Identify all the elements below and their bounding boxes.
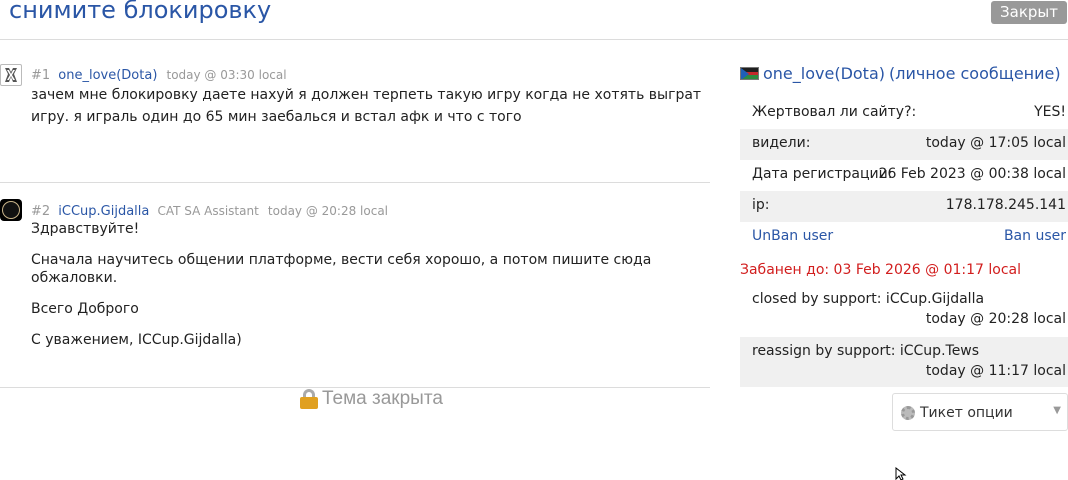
dota-logo-icon (5, 68, 17, 82)
post-author-role: CAT SA Assistant (157, 204, 259, 218)
gear-icon (901, 406, 915, 420)
registration-label: Дата регистрации: (752, 166, 893, 182)
avatar[interactable] (0, 64, 22, 86)
post-meta: #1 one_love(Dota) today @ 03:30 local (31, 64, 287, 83)
donated-label: Жертвовал ли сайту?: (752, 104, 917, 120)
post-paragraph: Сначала научитесь общении платформе, вес… (31, 252, 652, 286)
page-header: снимите блокировку Закрыт (0, 0, 1068, 40)
ip-value: 178.178.245.141 (945, 197, 1066, 213)
avatar[interactable] (0, 199, 22, 221)
user-profile-link[interactable]: one_love(Dota) (763, 64, 885, 83)
post-number[interactable]: #2 (31, 204, 50, 219)
ip-row: ip: 178.178.245.141 (740, 191, 1068, 222)
log-action: closed by support: iCCup.Gijdalla (752, 291, 985, 307)
ban-user-link[interactable]: Ban user (1004, 228, 1066, 244)
post-paragraph: С уважением, ICCup.Gijdalla) (31, 332, 242, 348)
last-seen-label: видели: (752, 135, 811, 151)
post-author-link[interactable]: iCCup.Gijdalla (58, 204, 149, 219)
ticket-options-label: Тикет опции (920, 405, 1013, 421)
post: #1 one_love(Dota) today @ 03:30 local за… (0, 52, 710, 183)
lock-icon (300, 389, 318, 409)
log-time: today @ 11:17 local (925, 363, 1066, 379)
registration-value: 26 Feb 2023 @ 00:38 local (878, 166, 1066, 182)
status-badge: Закрыт (991, 1, 1067, 24)
post-body: Здравствуйте! Сначала научитесь общении … (31, 220, 711, 362)
post-number[interactable]: #1 (31, 68, 50, 83)
user-header: one_love(Dota) (личное сообщение) (740, 64, 1061, 83)
log-action: reassign by support: iCCup.Tews (752, 343, 980, 359)
post-paragraph: Всего Доброго (31, 301, 139, 317)
post-body: зачем мне блокировку даете нахуй я долже… (31, 84, 711, 128)
support-log-entry: closed by support: iCCup.Gijdalla today … (740, 285, 1068, 335)
topic-closed-notice: Тема закрыта (300, 388, 443, 410)
ban-until-notice: Забанен до: 03 Feb 2026 @ 01:17 local (740, 262, 1021, 278)
log-time: today @ 20:28 local (925, 311, 1066, 327)
ip-label: ip: (752, 197, 770, 213)
post: #2 iCCup.Gijdalla CAT SA Assistant today… (0, 183, 710, 388)
last-seen-row: видели: today @ 17:05 local (740, 129, 1068, 160)
post-paragraph: Здравствуйте! (31, 221, 140, 237)
chevron-down-icon: ▼ (1053, 405, 1061, 416)
last-seen-value: today @ 17:05 local (925, 135, 1066, 151)
page-title: снимите блокировку (9, 0, 272, 24)
topic-closed-label: Тема закрыта (322, 388, 443, 409)
donated-value: YES! (1034, 104, 1066, 120)
post-timestamp: today @ 20:28 local (267, 204, 389, 218)
flag-icon (740, 67, 759, 80)
private-message-link[interactable]: (личное сообщение) (889, 64, 1061, 83)
mouse-cursor-icon (895, 467, 907, 480)
registration-row: Дата регистрации: 26 Feb 2023 @ 00:38 lo… (740, 160, 1068, 191)
support-log-entry: reassign by support: iCCup.Tews today @ … (740, 337, 1068, 387)
donated-row: Жертвовал ли сайту?: YES! (740, 98, 1068, 129)
ban-actions-row: UnBan user Ban user (740, 222, 1068, 253)
post-timestamp: today @ 03:30 local (166, 68, 287, 82)
post-meta: #2 iCCup.Gijdalla CAT SA Assistant today… (31, 200, 388, 219)
post-paragraph: зачем мне блокировку даете нахуй я долже… (31, 87, 702, 125)
unban-user-link[interactable]: UnBan user (752, 228, 833, 244)
ticket-options-dropdown[interactable]: Тикет опции ▼ (892, 393, 1068, 431)
post-author-link[interactable]: one_love(Dota) (58, 68, 157, 83)
